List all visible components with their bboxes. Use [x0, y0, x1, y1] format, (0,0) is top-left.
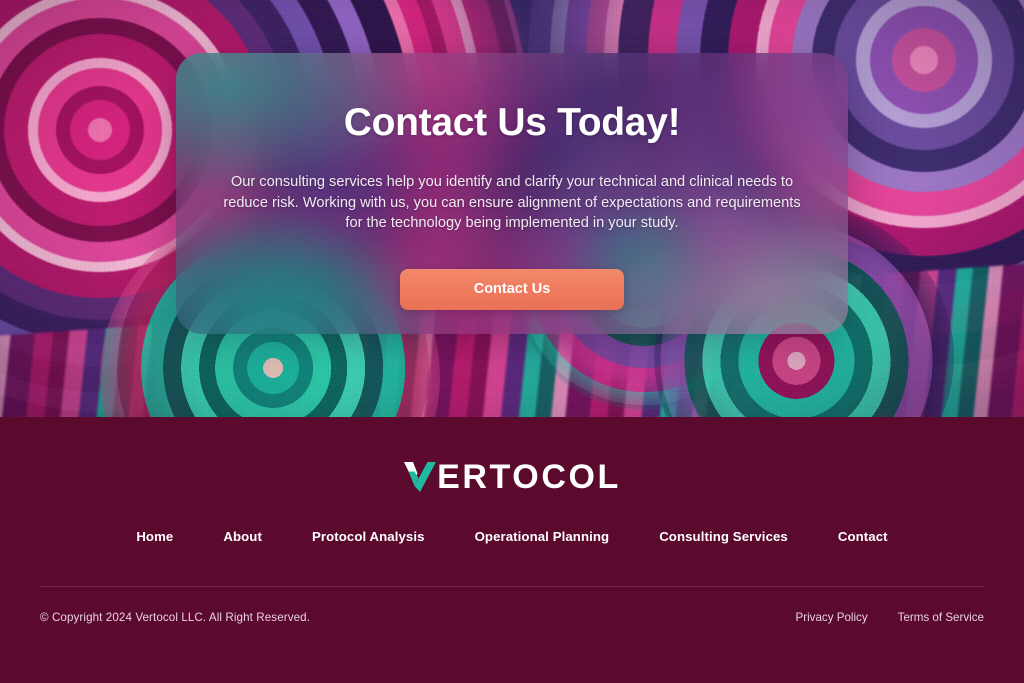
copyright-text: © Copyright 2024 Vertocol LLC. All Right… [40, 611, 311, 624]
nav-link-home[interactable]: Home [136, 529, 173, 544]
page-title: Contact Us Today! [343, 101, 681, 144]
nav-link-about[interactable]: About [223, 529, 262, 544]
legal-link-privacy-policy[interactable]: Privacy Policy [796, 611, 868, 624]
footer-nav: Home About Protocol Analysis Operational… [40, 529, 984, 544]
footer-logo[interactable]: ERTOCOL [40, 417, 984, 495]
nav-link-consulting-services[interactable]: Consulting Services [659, 529, 788, 544]
contact-cta-card: Contact Us Today! Our consulting service… [176, 53, 848, 334]
footer-divider [40, 586, 984, 587]
nav-link-contact[interactable]: Contact [838, 529, 888, 544]
nav-link-protocol-analysis[interactable]: Protocol Analysis [312, 529, 425, 544]
card-description: Our consulting services help you identif… [223, 174, 801, 231]
site-footer: ERTOCOL Home About Protocol Analysis Ope… [0, 417, 1024, 683]
legal-link-terms-of-service[interactable]: Terms of Service [898, 611, 984, 624]
contact-us-button[interactable]: Contact Us [400, 268, 624, 310]
footer-bottom-bar: © Copyright 2024 Vertocol LLC. All Right… [40, 611, 984, 624]
checkmark-v-logo-icon [404, 462, 437, 492]
hero-section: Contact Us Today! Our consulting service… [0, 0, 1024, 417]
footer-logo-wordmark: ERTOCOL [437, 458, 621, 496]
footer-legal-links: Privacy Policy Terms of Service [796, 611, 985, 624]
nav-link-operational-planning[interactable]: Operational Planning [475, 529, 610, 544]
